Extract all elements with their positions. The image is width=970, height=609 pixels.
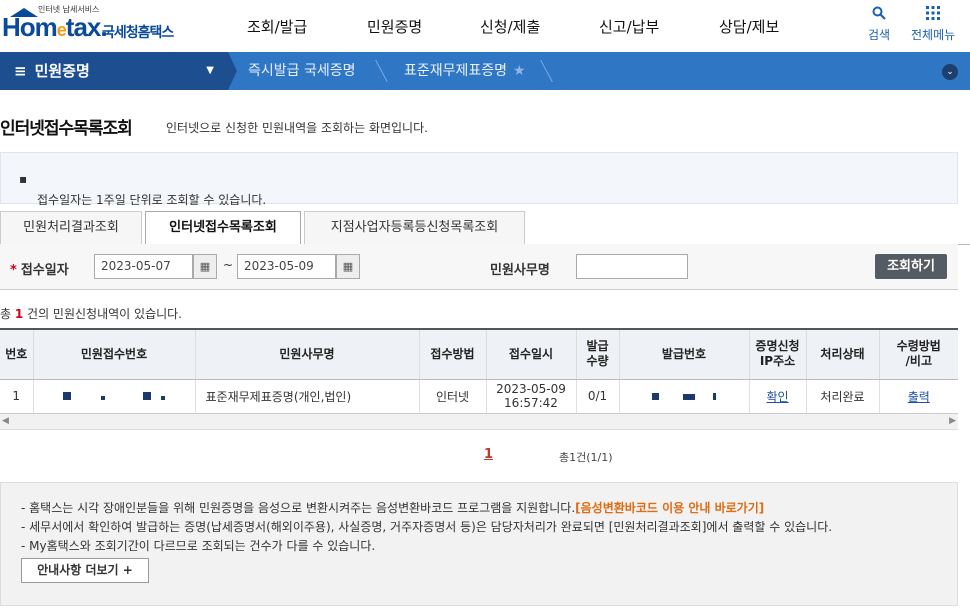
breadcrumb-current-label: 표준재무제표증명 (404, 63, 508, 79)
page-title: 인터넷접수목록조회 (0, 119, 133, 139)
col-header-datetime: 접수일시 (486, 328, 577, 380)
col-header-issue-no: 발급번호 (619, 328, 750, 380)
col-header-status: 처리상태 (806, 328, 880, 380)
cell-ip: 확인 (749, 379, 807, 414)
ip-confirm-link[interactable]: 확인 (766, 390, 788, 404)
notice-line-1-text: - 홈택스는 시각 장애인분들을 위해 민원증명을 음성으로 변환시켜주는 음성… (21, 501, 576, 515)
voice-barcode-link[interactable]: [음성변환바코드 이용 안내 바로가기] (575, 501, 764, 515)
nav-item-application[interactable]: 신청/제출 (480, 16, 540, 37)
redaction-block (63, 392, 71, 400)
location-menu-dropdown[interactable]: ≡ 민원증명 ▼ (0, 52, 228, 90)
tab-result-inquiry[interactable]: 민원처리결과조회 (0, 211, 142, 245)
notice-line-1: - 홈택스는 시각 장애인분들을 위해 민원증명을 음성으로 변환시켜주는 음성… (21, 499, 764, 516)
redaction-block (101, 396, 105, 400)
search-label: 검색 (868, 28, 891, 42)
hometax-logo[interactable]: 인터넷 납세서비스 Hometax. 국세청홈택스 (2, 4, 182, 46)
info-message: 접수일자는 1주일 단위로 조회할 수 있습니다. (37, 193, 267, 207)
tab-branch-registration-list[interactable]: 지점사업자등록등신청목록조회 (304, 211, 525, 245)
logo-korean: 국세청홈택스 (102, 25, 174, 41)
result-count-value: 1 (14, 307, 24, 321)
tab-bar: 민원처리결과조회 인터넷접수목록조회 지점사업자등록등신청목록조회 (0, 211, 970, 246)
search-icon (868, 6, 890, 24)
redaction-block (161, 396, 165, 400)
page-link-current[interactable]: 1 (484, 447, 493, 462)
logo-brand: Hometax. (2, 12, 108, 42)
redaction-block (652, 393, 659, 400)
caret-down-icon: ▼ (206, 65, 214, 76)
col-header-ip: 증명신청 IP주소 (749, 328, 807, 380)
info-box: ▪ 접수일자는 1주일 단위로 조회할 수 있습니다. (0, 152, 958, 207)
info-text: ▪ 접수일자는 1주일 단위로 조회할 수 있습니다. (19, 172, 267, 207)
date-from-input[interactable]: 2023-05-07 (94, 254, 193, 279)
cell-date: 2023-05-09 (496, 382, 566, 396)
cell-method: 인터넷 (419, 379, 487, 414)
redaction-block (713, 393, 716, 400)
col-header-qty: 발급 수량 (576, 328, 620, 380)
office-name-label: 민원사무명 (490, 263, 550, 278)
cell-office-name: 표준재무제표증명(개인,법인) (195, 379, 420, 414)
nav-item-inquiry[interactable]: 조회/발급 (247, 16, 307, 37)
office-name-input[interactable] (576, 254, 688, 279)
notice-box: - 홈택스는 시각 장애인분들을 위해 민원증명을 음성으로 변환시켜주는 음성… (0, 482, 958, 606)
cell-no: 1 (0, 379, 34, 414)
col-header-receive: 수령방법 /비고 (879, 328, 958, 380)
tab-internet-receipt-list[interactable]: 인터넷접수목록조회 (145, 211, 301, 246)
required-mark: * (10, 263, 17, 278)
breadcrumb-instant-issue[interactable]: 즉시발급 국세증명 (248, 52, 356, 90)
receipt-table: 번호 민원접수번호 민원사무명 접수방법 접수일시 발급 수량 발급번호 증명신… (0, 328, 958, 414)
cell-qty: 0/1 (576, 379, 620, 414)
cell-issue-no-masked (619, 379, 750, 414)
all-menu-label: 전체메뉴 (911, 28, 956, 42)
nav-item-filing[interactable]: 신고/납부 (599, 16, 659, 37)
date-label: * 접수일자 (10, 259, 69, 278)
date-label-text: 접수일자 (20, 263, 69, 278)
result-count: 총 1 건의 민원신청내역이 있습니다. (0, 305, 182, 322)
calendar-icon[interactable]: ▦ (193, 254, 217, 279)
redaction-block (143, 392, 151, 400)
hamburger-icon: ≡ (14, 62, 27, 80)
cell-datetime: 2023-05-09 16:57:42 (486, 379, 577, 414)
calendar-icon[interactable]: ▦ (336, 254, 360, 279)
search-submit-button[interactable]: 조회하기 (875, 254, 947, 279)
location-arrow (228, 52, 237, 90)
date-to-input[interactable]: 2023-05-09 (237, 254, 336, 279)
breadcrumb-separator (362, 60, 388, 82)
date-separator: ~ (223, 258, 234, 272)
col-header-no: 번호 (0, 328, 34, 380)
pagination-summary: 총1건(1/1) (559, 451, 613, 464)
search-button[interactable]: 검색 (868, 6, 890, 43)
cell-time: 16:57:42 (504, 396, 558, 410)
notice-line-3: - My홈택스와 조회기간이 다르므로 조회되는 건수가 다를 수 있습니다. (21, 539, 376, 553)
grid-menu-icon (911, 6, 955, 24)
notice-more-button[interactable]: 안내사항 더보기 + (21, 558, 149, 583)
cell-receive: 출력 (879, 379, 958, 414)
all-menu-button[interactable]: 전체메뉴 (911, 6, 955, 43)
col-header-receipt-no: 민원접수번호 (33, 328, 196, 380)
horizontal-scrollbar[interactable]: ◀ ▶ (0, 414, 958, 430)
scroll-right-icon[interactable]: ▶ (949, 416, 956, 426)
top-header: 인터넷 납세서비스 Hometax. 국세청홈택스 조회/발급 민원증명 신청/… (0, 0, 970, 52)
print-link[interactable]: 출력 (908, 390, 930, 404)
table-header-row: 번호 민원접수번호 민원사무명 접수방법 접수일시 발급 수량 발급번호 증명신… (0, 328, 958, 380)
location-bar: ≡ 민원증명 ▼ 즉시발급 국세증명 표준재무제표증명 ★ ⌄ (0, 52, 970, 90)
col-header-method: 접수방법 (419, 328, 487, 380)
redaction-block (683, 394, 695, 400)
cell-receipt-no-masked (33, 379, 196, 414)
result-prefix: 총 (0, 307, 15, 321)
search-form: * 접수일자 2023-05-07 ▦ ~ 2023-05-09 ▦ 민원사무명 … (0, 244, 958, 290)
table-row[interactable]: 1 표준재무제표증명(개인,법인) 인터넷 2023-05-09 16:57:42… (0, 379, 958, 414)
favorite-star-icon[interactable]: ★ (513, 63, 526, 79)
page-description: 인터넷으로 신청한 민원내역을 조회하는 화면입니다. (166, 121, 428, 135)
nav-item-consult[interactable]: 상담/제보 (719, 16, 779, 37)
nav-item-certificate[interactable]: 민원증명 (367, 16, 422, 37)
result-suffix: 건의 민원신청내역이 있습니다. (23, 307, 182, 321)
breadcrumb-separator (527, 60, 553, 82)
scroll-left-icon[interactable]: ◀ (2, 416, 9, 426)
notice-line-2: - 세무서에서 확인하여 발급하는 증명(납세증명서(해외이주용), 사실증명,… (21, 520, 833, 534)
breadcrumb-financial-statement[interactable]: 표준재무제표증명 ★ (404, 52, 526, 90)
location-menu-label: 민원증명 (34, 62, 90, 80)
cell-status: 처리완료 (806, 379, 880, 414)
chevron-down-icon[interactable]: ⌄ (942, 64, 958, 80)
col-header-office-name: 민원사무명 (195, 328, 420, 380)
